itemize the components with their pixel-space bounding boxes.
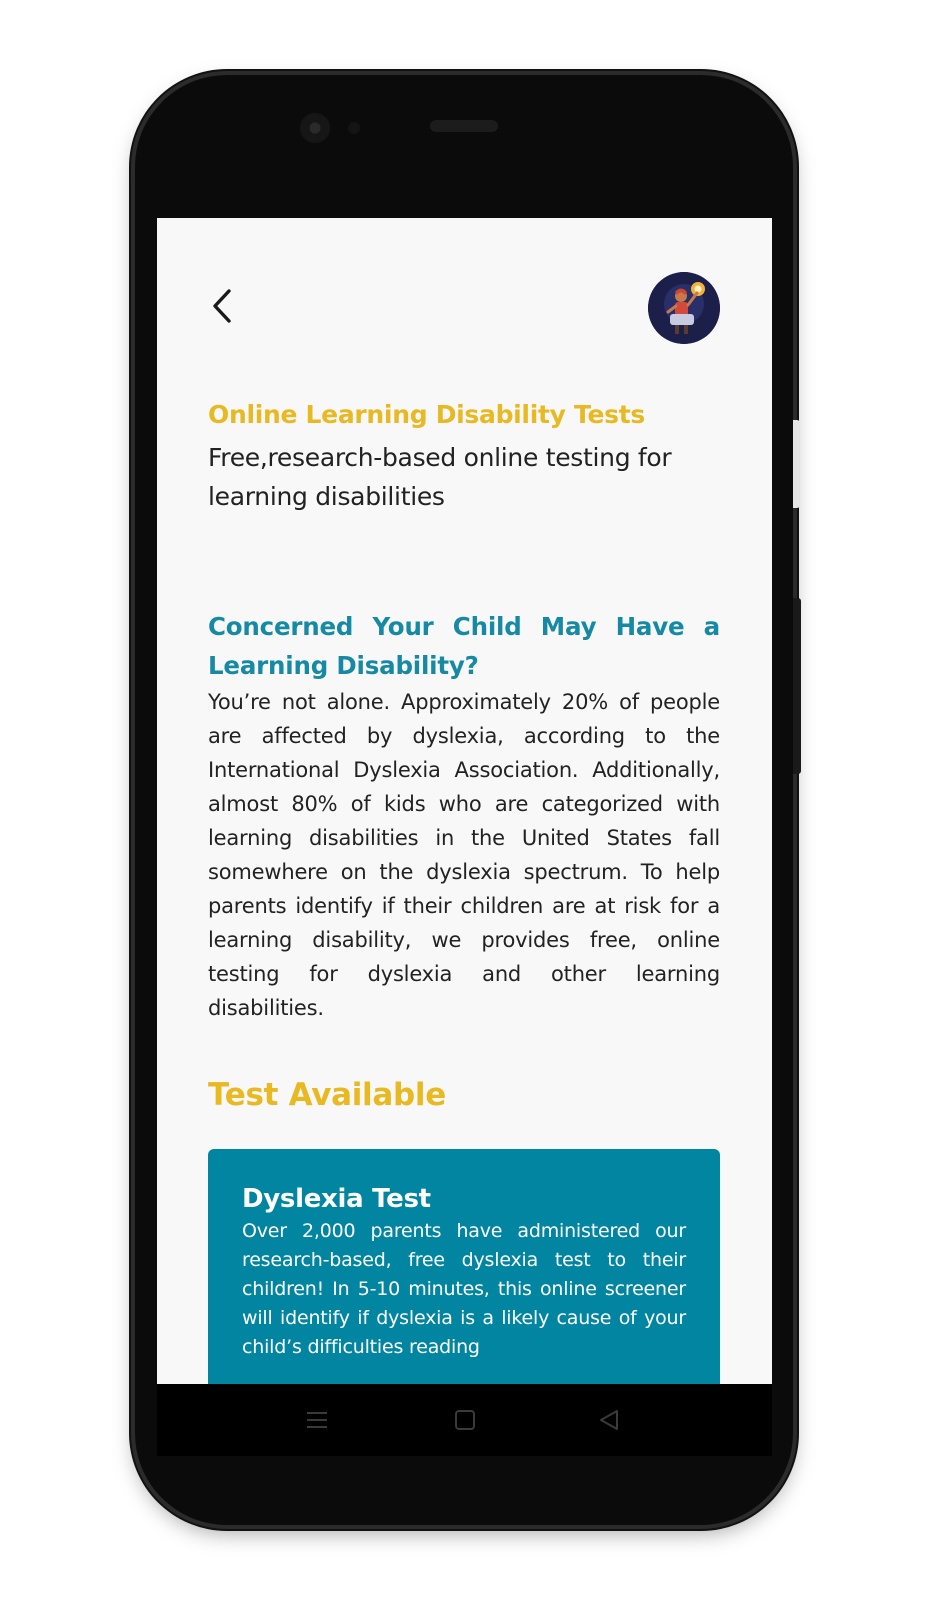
concern-heading: Concerned Your Child May Have a Learning… <box>208 612 720 680</box>
proximity-sensor <box>348 122 360 134</box>
nav-back-button[interactable] <box>589 1384 629 1456</box>
back-triangle-icon <box>600 1410 618 1430</box>
test-card-dyslexia[interactable]: Dyslexia Test Over 2,000 parents have ad… <box>208 1149 720 1384</box>
test-card-title: Dyslexia Test <box>242 1184 431 1214</box>
app-screen: Online Learning Disability Tests Free,re… <box>157 218 772 1384</box>
tests-heading: Test Available <box>208 1077 446 1113</box>
nav-home-button[interactable] <box>445 1384 485 1456</box>
test-card-description: Over 2,000 parents have administered our… <box>242 1220 686 1358</box>
chevron-left-icon <box>213 289 231 323</box>
volume-button <box>793 420 800 508</box>
front-camera <box>300 113 330 143</box>
page-title: Online Learning Disability Tests <box>208 400 645 429</box>
avatar[interactable] <box>648 272 720 344</box>
menu-icon <box>307 1412 327 1428</box>
avatar-illustration <box>648 272 720 344</box>
page-subtitle: Free,research-based online testing for l… <box>208 443 672 511</box>
home-square-icon <box>455 1410 475 1430</box>
main-content: Online Learning Disability Tests Free,re… <box>208 398 720 1384</box>
concern-body: You’re not alone. Approximately 20% of p… <box>208 690 720 1020</box>
nav-menu-button[interactable] <box>297 1384 337 1456</box>
power-button <box>793 598 801 774</box>
system-navigation-bar <box>157 1384 772 1456</box>
back-button[interactable] <box>203 284 241 328</box>
earpiece-speaker <box>430 120 498 132</box>
